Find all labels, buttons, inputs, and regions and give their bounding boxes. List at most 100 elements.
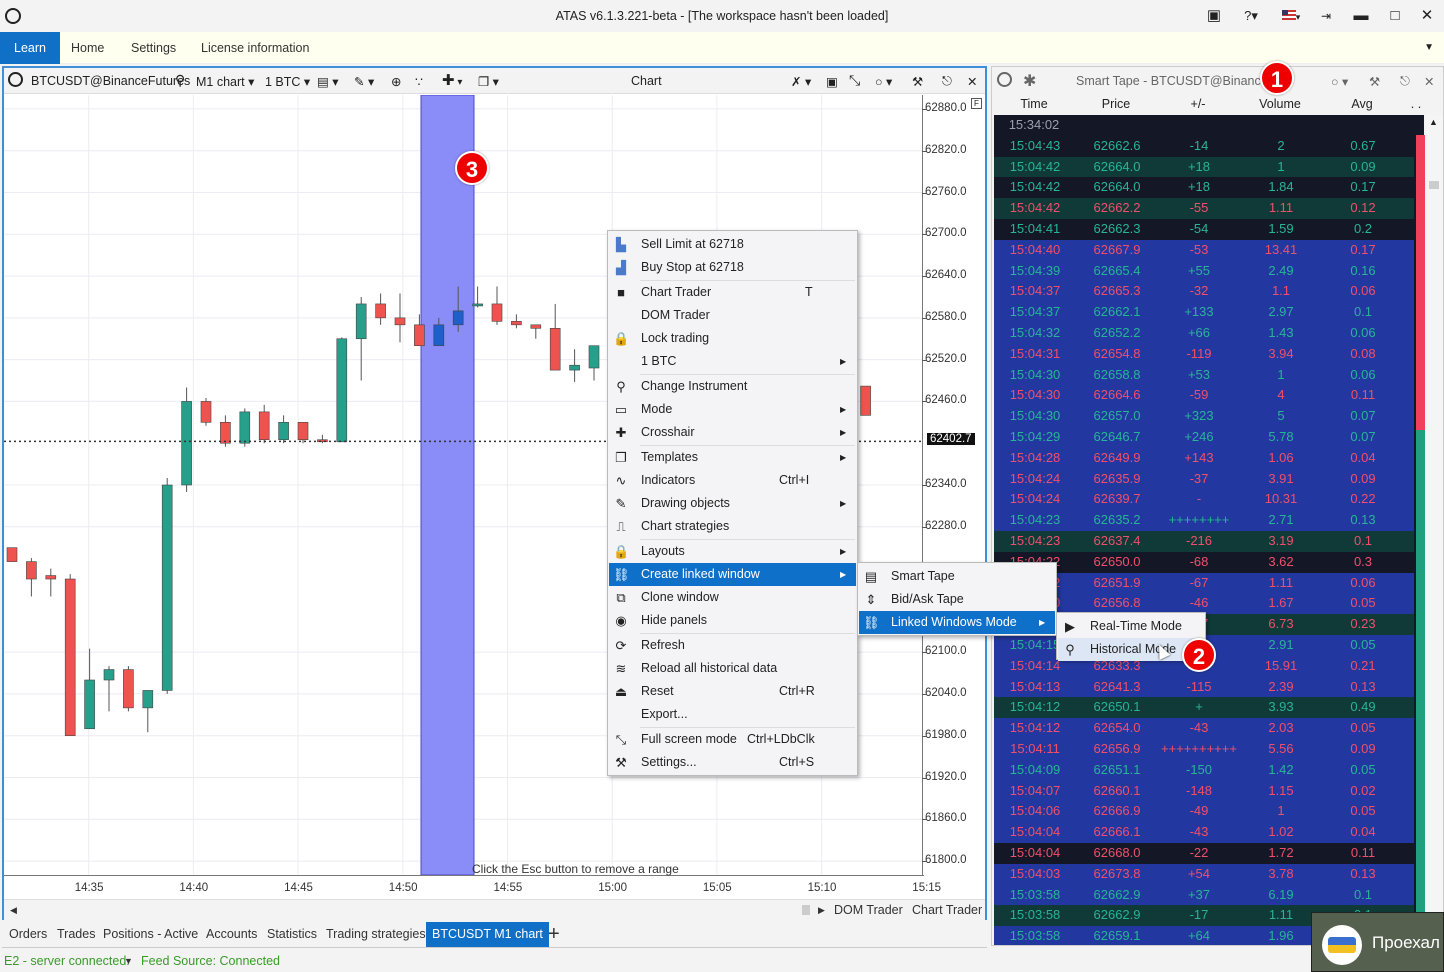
tape-row[interactable]: 15:04:30 62657.0 +323 5 0.07 bbox=[994, 406, 1414, 427]
add-tab-button[interactable]: + bbox=[548, 922, 560, 947]
maximize-icon[interactable]: □ bbox=[1386, 5, 1404, 27]
tab-statistics[interactable]: Statistics bbox=[267, 922, 317, 947]
menu-item-reset[interactable]: ⏏ Reset Ctrl+R bbox=[609, 680, 856, 703]
tape-row[interactable]: 15:04:06 62666.9 -49 1 0.05 bbox=[994, 801, 1414, 823]
col-more[interactable]: . . bbox=[1406, 97, 1426, 111]
menu-item-templates[interactable]: ❐ Templates ▶ bbox=[609, 446, 856, 469]
menu-item-lock-trading[interactable]: 🔒 Lock trading bbox=[609, 327, 856, 350]
tab-trades[interactable]: Trades bbox=[57, 922, 95, 947]
crosshair-icon[interactable]: ✚ ▾ bbox=[442, 71, 462, 89]
tape-row[interactable]: 15:04:24 62639.7 - 10.31 0.22 bbox=[994, 489, 1414, 511]
tape-row[interactable]: 15:04:2262651.9-671.110.06 bbox=[994, 572, 1414, 594]
status-dropdown-icon[interactable]: ▼ bbox=[124, 956, 133, 966]
menu-item-crosshair[interactable]: ✚ Crosshair ▶ bbox=[609, 421, 856, 444]
menu-item-dom-trader[interactable]: DOM Trader bbox=[609, 304, 856, 327]
menu-learn[interactable]: Learn bbox=[0, 32, 60, 64]
tape-row[interactable]: 15:04:09 62651.1 -150 1.42 0.05 bbox=[994, 759, 1414, 781]
indicators-icon[interactable]: ∵ bbox=[415, 74, 423, 89]
col-avg[interactable]: Avg bbox=[1322, 97, 1402, 111]
menu-item-chart-trader[interactable]: ■ Chart Trader T bbox=[609, 281, 856, 304]
tab-positions-active[interactable]: Positions - Active bbox=[103, 922, 198, 947]
chart-horizontal-scrollbar[interactable]: ◀ ▶ DOM Trader Chart Trader bbox=[4, 899, 985, 920]
tape-row[interactable]: 15:04:42 62664.0 +18 1 0.09 bbox=[994, 156, 1414, 178]
tape-row[interactable]: 15:04:28 62649.9 +143 1.06 0.04 bbox=[994, 447, 1414, 469]
menu-item-full-screen-mode[interactable]: ⤡ Full screen mode Ctrl+LDbClk bbox=[609, 728, 856, 751]
menu-item-bid-ask-tape[interactable]: ⇕ Bid/Ask Tape bbox=[859, 588, 1055, 611]
scroll-thumb[interactable] bbox=[1429, 181, 1439, 189]
tape-row[interactable]: 15:04:12 62654.0 -43 2.03 0.05 bbox=[994, 718, 1414, 739]
menu-item-refresh[interactable]: ⟳ Refresh bbox=[609, 634, 856, 657]
fullscreen-icon[interactable]: ⤡ bbox=[849, 72, 860, 89]
menu-item-1-btc[interactable]: 1 BTC ▶ bbox=[609, 350, 856, 373]
tape-row[interactable]: 15:04:37 62665.3 -32 1.1 0.06 bbox=[994, 281, 1414, 303]
menu-home[interactable]: Home bbox=[71, 32, 104, 64]
help-icon[interactable]: ?▾ bbox=[1237, 5, 1265, 27]
tab-accounts[interactable]: Accounts bbox=[206, 922, 257, 947]
menu-item-settings[interactable]: ⚒ Settings... Ctrl+S bbox=[609, 751, 856, 774]
menu-item-hide-panels[interactable]: ◉ Hide panels bbox=[609, 609, 856, 632]
f-toggle-icon[interactable]: F bbox=[971, 98, 982, 109]
tab-btcusdt-m1-chart[interactable]: BTCUSDT M1 chart bbox=[426, 922, 549, 947]
scroll-thumb[interactable] bbox=[802, 905, 810, 915]
circle-icon[interactable]: ○ ▾ bbox=[1331, 74, 1348, 89]
menu-settings[interactable]: Settings bbox=[131, 32, 176, 64]
tape-row[interactable]: 15:03:58 62662.9 +37 6.19 0.1 bbox=[994, 884, 1414, 906]
tape-row[interactable]: 15:04:37 62662.1 +133 2.97 0.1 bbox=[994, 302, 1414, 323]
tape-row[interactable]: 15:04:39 62665.4 +55 2.49 0.16 bbox=[994, 260, 1414, 282]
tape-row[interactable]: 15:04:42 62662.2 -55 1.11 0.12 bbox=[994, 198, 1414, 219]
menu-item-smart-tape[interactable]: ▤ Smart Tape bbox=[859, 565, 1055, 588]
menu-item-create-linked-window[interactable]: ⛓ Create linked window ▶ bbox=[609, 563, 856, 586]
settings-icon[interactable]: ⚒ bbox=[1369, 74, 1380, 89]
tape-row[interactable]: 15:04:41 62662.3 -54 1.59 0.2 bbox=[994, 219, 1414, 240]
pin-icon[interactable]: ⎋ bbox=[942, 74, 952, 89]
tape-row[interactable]: 15:04:30 62664.6 -59 4 0.11 bbox=[994, 385, 1414, 407]
tape-row[interactable]: 15:04:12 62650.1 +3.93 0.49 bbox=[994, 697, 1414, 719]
menu-item-buy-stop-at-62718[interactable]: ▟ Buy Stop at 62718 bbox=[609, 256, 856, 279]
menu-item-sell-limit-at-62718[interactable]: ▙ Sell Limit at 62718 bbox=[609, 233, 856, 256]
menu-item-indicators[interactable]: ∿ Indicators Ctrl+I bbox=[609, 469, 856, 492]
instrument-label[interactable]: BTCUSDT@BinanceFutures bbox=[31, 74, 190, 88]
menu-item-reload-all-historical-data[interactable]: ≋ Reload all historical data bbox=[609, 657, 856, 680]
camera-icon[interactable]: ▣ bbox=[1204, 5, 1224, 27]
time-axis[interactable]: 14:3014:3514:4014:4514:5014:5515:0015:05… bbox=[4, 875, 1255, 899]
tape-row[interactable]: 15:04:42 62664.0 +18 1.84 0.17 bbox=[994, 177, 1414, 199]
chart-trader-link[interactable]: Chart Trader bbox=[912, 903, 982, 917]
tape-row[interactable]: 15:04:40 62667.9 -53 13.41 0.17 bbox=[994, 239, 1414, 261]
price-axis[interactable]: F 62880.0 62820.0 62760.0 62700.0 62640.0 625… bbox=[922, 95, 985, 875]
minimize-icon[interactable]: ▬ bbox=[1352, 5, 1370, 27]
flag-us-icon[interactable]: ▾ bbox=[1276, 5, 1306, 27]
volume-dropdown[interactable]: 1 BTC ▾ bbox=[265, 74, 310, 89]
tape-scrollbar[interactable]: ▲ bbox=[1425, 115, 1443, 945]
screenshot-icon[interactable]: ▣ bbox=[826, 74, 838, 89]
menu-item-drawing-objects[interactable]: ✎ Drawing objects ▶ bbox=[609, 492, 856, 515]
menu-license-information[interactable]: License information bbox=[201, 32, 309, 64]
tape-row[interactable]: 15:04:29 62646.7 +246 5.78 0.07 bbox=[994, 427, 1414, 448]
tape-row[interactable]: 15:04:11 62656.9 ++++++++++ 5.56 0.09 bbox=[994, 739, 1414, 760]
tape-row[interactable]: 15:04:23 62637.4 -216 3.19 0.1 bbox=[994, 531, 1414, 552]
col-time[interactable]: Time bbox=[994, 97, 1074, 111]
tape-rows[interactable]: 15:34:02 15:04:43 62662.6 -14 2 0.67 15:04:42… bbox=[994, 115, 1424, 945]
search-icon[interactable]: ⚲ bbox=[175, 72, 185, 89]
menu-item-linked-windows-mode[interactable]: ⛓ Linked Windows Mode ▶ bbox=[859, 611, 1055, 634]
tape-row[interactable]: 15:04:04 62668.0 -22 1.72 0.11 bbox=[994, 843, 1414, 864]
menu-item-layouts[interactable]: 🔒 Layouts ▶ bbox=[609, 540, 856, 563]
close-icon[interactable]: ✕ bbox=[1418, 5, 1436, 27]
menu-item-change-instrument[interactable]: ⚲ Change Instrument bbox=[609, 375, 856, 398]
ribbon-collapse-icon[interactable]: ▼ bbox=[1424, 42, 1434, 53]
tab-orders[interactable]: Orders bbox=[9, 922, 47, 947]
video-overlay[interactable]: Проехал bbox=[1311, 912, 1444, 972]
menu-item-chart-strategies[interactable]: ⎍ Chart strategies bbox=[609, 515, 856, 538]
tab-trading-strategies[interactable]: Trading strategies bbox=[326, 922, 426, 947]
tape-row[interactable]: 15:04:04 62666.1 -43 1.02 0.04 bbox=[994, 822, 1414, 843]
tape-row[interactable]: 15:04:32 62652.2 +66 1.43 0.06 bbox=[994, 323, 1414, 344]
timeframe-dropdown[interactable]: M1 chart ▾ bbox=[196, 74, 254, 89]
tape-row[interactable]: 15:04:23 62635.2 ++++++++ 2.71 0.13 bbox=[994, 510, 1414, 531]
asterisk-icon[interactable]: ✱ bbox=[1023, 71, 1036, 91]
close-panel-icon[interactable]: ✕ bbox=[1424, 74, 1434, 89]
tape-row[interactable]: 15:04:2262650.0-683.620.3 bbox=[994, 551, 1414, 573]
menu-item-mode[interactable]: ▭ Mode ▶ bbox=[609, 398, 856, 421]
menu-item-clone-window[interactable]: ⧉ Clone window bbox=[609, 586, 856, 609]
scroll-right-icon[interactable]: ▶ bbox=[818, 905, 825, 916]
dom-trader-link[interactable]: DOM Trader bbox=[834, 903, 903, 917]
tape-row[interactable]: 15:04:24 62635.9 -37 3.91 0.09 bbox=[994, 468, 1414, 490]
